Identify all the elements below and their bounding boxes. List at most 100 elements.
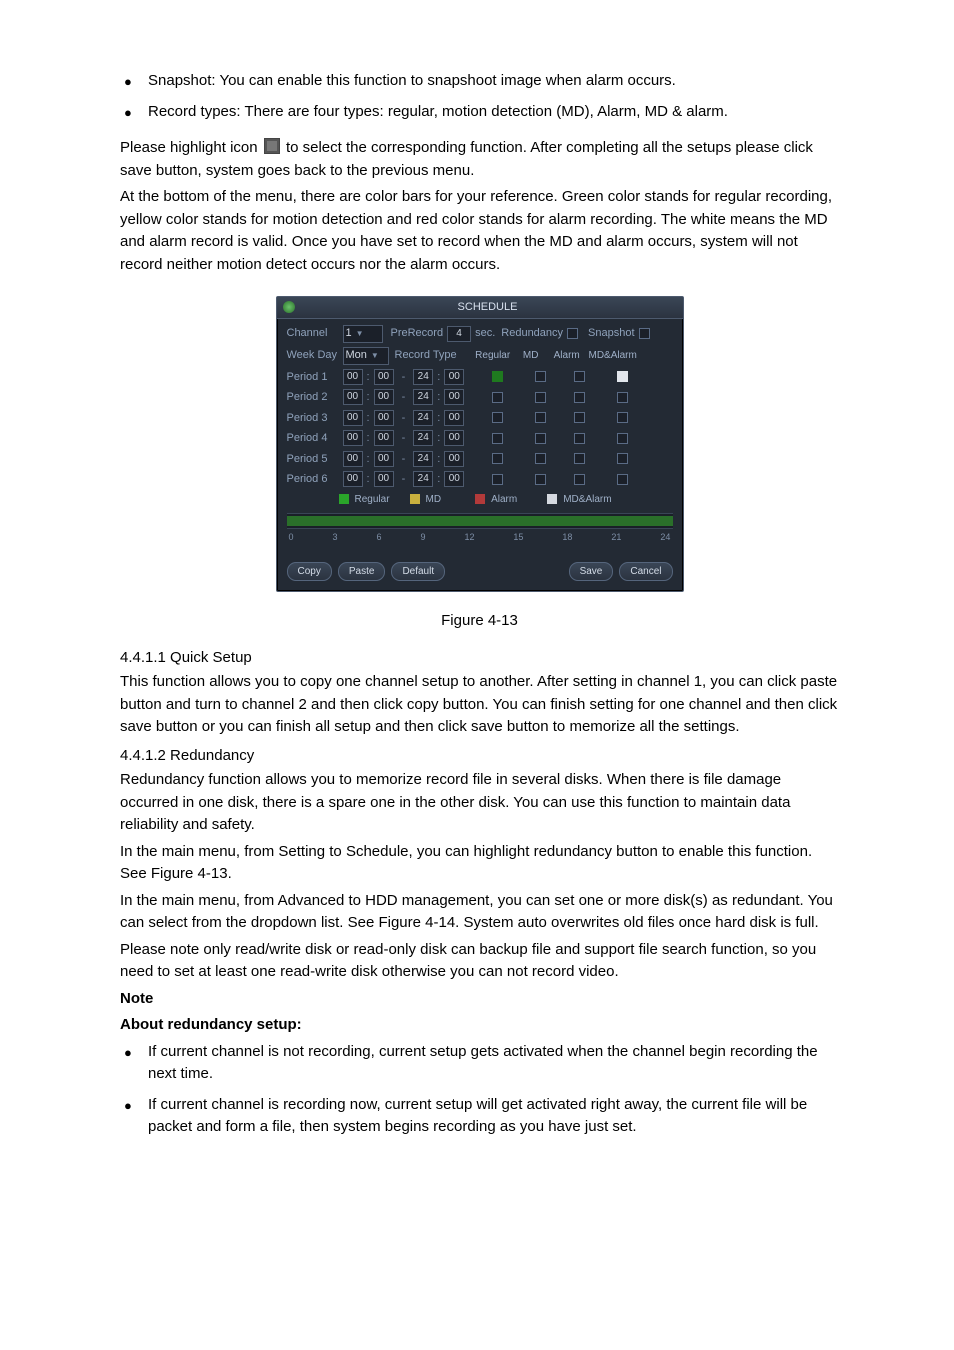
paste-button[interactable]: Paste: [338, 562, 386, 581]
prerecord-input[interactable]: 4: [447, 326, 471, 342]
mdalarm-checkbox[interactable]: [617, 392, 628, 403]
tick-label: 12: [464, 531, 474, 545]
period-label: Period 3: [287, 410, 339, 427]
period-start-min[interactable]: 00: [374, 430, 394, 446]
list-item: If current channel is not recording, cur…: [120, 1041, 839, 1086]
list-item: Record types: There are four types: regu…: [120, 101, 839, 124]
timeline-bar: [287, 513, 673, 529]
regular-checkbox[interactable]: [492, 474, 503, 485]
mdalarm-checkbox[interactable]: [617, 453, 628, 464]
period-end-hour[interactable]: 24: [413, 471, 433, 487]
tick-label: 18: [562, 531, 572, 545]
period-end-hour[interactable]: 24: [413, 389, 433, 405]
col-mdalarm: MD&Alarm: [587, 348, 639, 363]
dialog-title: SCHEDULE: [299, 299, 677, 316]
period-start-hour[interactable]: 00: [343, 451, 363, 467]
mdalarm-checkbox[interactable]: [617, 433, 628, 444]
period-end-min[interactable]: 00: [444, 471, 464, 487]
channel-select[interactable]: 1▼: [343, 325, 383, 343]
legend-swatch-md: [410, 494, 420, 504]
weekday-select[interactable]: Mon▼: [343, 347, 389, 365]
regular-checkbox[interactable]: [492, 392, 503, 403]
paragraph: This function allows you to copy one cha…: [120, 671, 839, 739]
md-checkbox[interactable]: [535, 453, 546, 464]
highlight-icon: [264, 138, 280, 154]
period-start-hour[interactable]: 00: [343, 471, 363, 487]
tick-label: 9: [420, 531, 425, 545]
period-start-hour[interactable]: 00: [343, 430, 363, 446]
list-item: Snapshot: You can enable this function t…: [120, 70, 839, 93]
period-start-min[interactable]: 00: [374, 471, 394, 487]
period-start-min[interactable]: 00: [374, 369, 394, 385]
paragraph-colorbars: At the bottom of the menu, there are col…: [120, 186, 839, 276]
period-end-min[interactable]: 00: [444, 369, 464, 385]
period-start-min[interactable]: 00: [374, 410, 394, 426]
alarm-checkbox[interactable]: [574, 453, 585, 464]
period-start-hour[interactable]: 00: [343, 369, 363, 385]
period-label: Period 1: [287, 369, 339, 386]
regular-checkbox[interactable]: [492, 453, 503, 464]
md-checkbox[interactable]: [535, 412, 546, 423]
text-fragment: Please highlight icon: [120, 139, 262, 156]
alarm-checkbox[interactable]: [574, 433, 585, 444]
period-start-hour[interactable]: 00: [343, 410, 363, 426]
tick-label: 3: [332, 531, 337, 545]
legend-regular: Regular: [355, 492, 390, 507]
period-label: Period 4: [287, 430, 339, 447]
legend: Regular MD Alarm MD&Alarm: [339, 492, 673, 507]
recordtype-label: Record Type: [395, 347, 457, 364]
channel-label: Channel: [287, 325, 339, 342]
prerecord-label: PreRecord: [391, 325, 444, 342]
period-end-hour[interactable]: 24: [413, 430, 433, 446]
md-checkbox[interactable]: [535, 474, 546, 485]
default-button[interactable]: Default: [391, 562, 445, 581]
redundancy-checkbox[interactable]: [567, 328, 578, 339]
period-start-min[interactable]: 00: [374, 389, 394, 405]
period-end-min[interactable]: 00: [444, 451, 464, 467]
tick-label: 15: [513, 531, 523, 545]
period-start-hour[interactable]: 00: [343, 389, 363, 405]
tick-label: 6: [376, 531, 381, 545]
mdalarm-checkbox[interactable]: [617, 474, 628, 485]
figure-caption: Figure 4-13: [120, 610, 839, 633]
cancel-button[interactable]: Cancel: [619, 562, 672, 581]
md-checkbox[interactable]: [535, 392, 546, 403]
section-title-quicksetup: 4.4.1.1 Quick Setup: [120, 647, 839, 670]
period-row: Period 300:00-24:00: [287, 410, 673, 427]
col-md: MD: [515, 348, 547, 363]
md-checkbox[interactable]: [535, 371, 546, 382]
save-button[interactable]: Save: [569, 562, 614, 581]
mdalarm-checkbox[interactable]: [617, 371, 628, 382]
copy-button[interactable]: Copy: [287, 562, 332, 581]
period-end-hour[interactable]: 24: [413, 369, 433, 385]
legend-mdalarm: MD&Alarm: [563, 492, 611, 507]
period-start-min[interactable]: 00: [374, 451, 394, 467]
period-label: Period 2: [287, 389, 339, 406]
period-end-min[interactable]: 00: [444, 410, 464, 426]
bottom-bullet-list: If current channel is not recording, cur…: [120, 1041, 839, 1139]
period-end-hour[interactable]: 24: [413, 410, 433, 426]
period-row: Period 500:00-24:00: [287, 451, 673, 468]
alarm-checkbox[interactable]: [574, 392, 585, 403]
note-heading: Note: [120, 988, 839, 1011]
paragraph: In the main menu, from Setting to Schedu…: [120, 841, 839, 886]
alarm-checkbox[interactable]: [574, 371, 585, 382]
regular-checkbox[interactable]: [492, 433, 503, 444]
about-heading: About redundancy setup:: [120, 1014, 839, 1037]
regular-checkbox[interactable]: [492, 371, 503, 382]
snapshot-checkbox[interactable]: [639, 328, 650, 339]
regular-checkbox[interactable]: [492, 412, 503, 423]
period-end-min[interactable]: 00: [444, 430, 464, 446]
alarm-checkbox[interactable]: [574, 474, 585, 485]
sec-label: sec.: [475, 325, 495, 342]
channel-value: 1: [346, 325, 352, 342]
period-end-min[interactable]: 00: [444, 389, 464, 405]
col-regular: Regular: [471, 348, 515, 363]
alarm-checkbox[interactable]: [574, 412, 585, 423]
legend-swatch-regular: [339, 494, 349, 504]
legend-alarm: Alarm: [491, 492, 517, 507]
md-checkbox[interactable]: [535, 433, 546, 444]
mdalarm-checkbox[interactable]: [617, 412, 628, 423]
col-alarm: Alarm: [547, 348, 587, 363]
period-end-hour[interactable]: 24: [413, 451, 433, 467]
